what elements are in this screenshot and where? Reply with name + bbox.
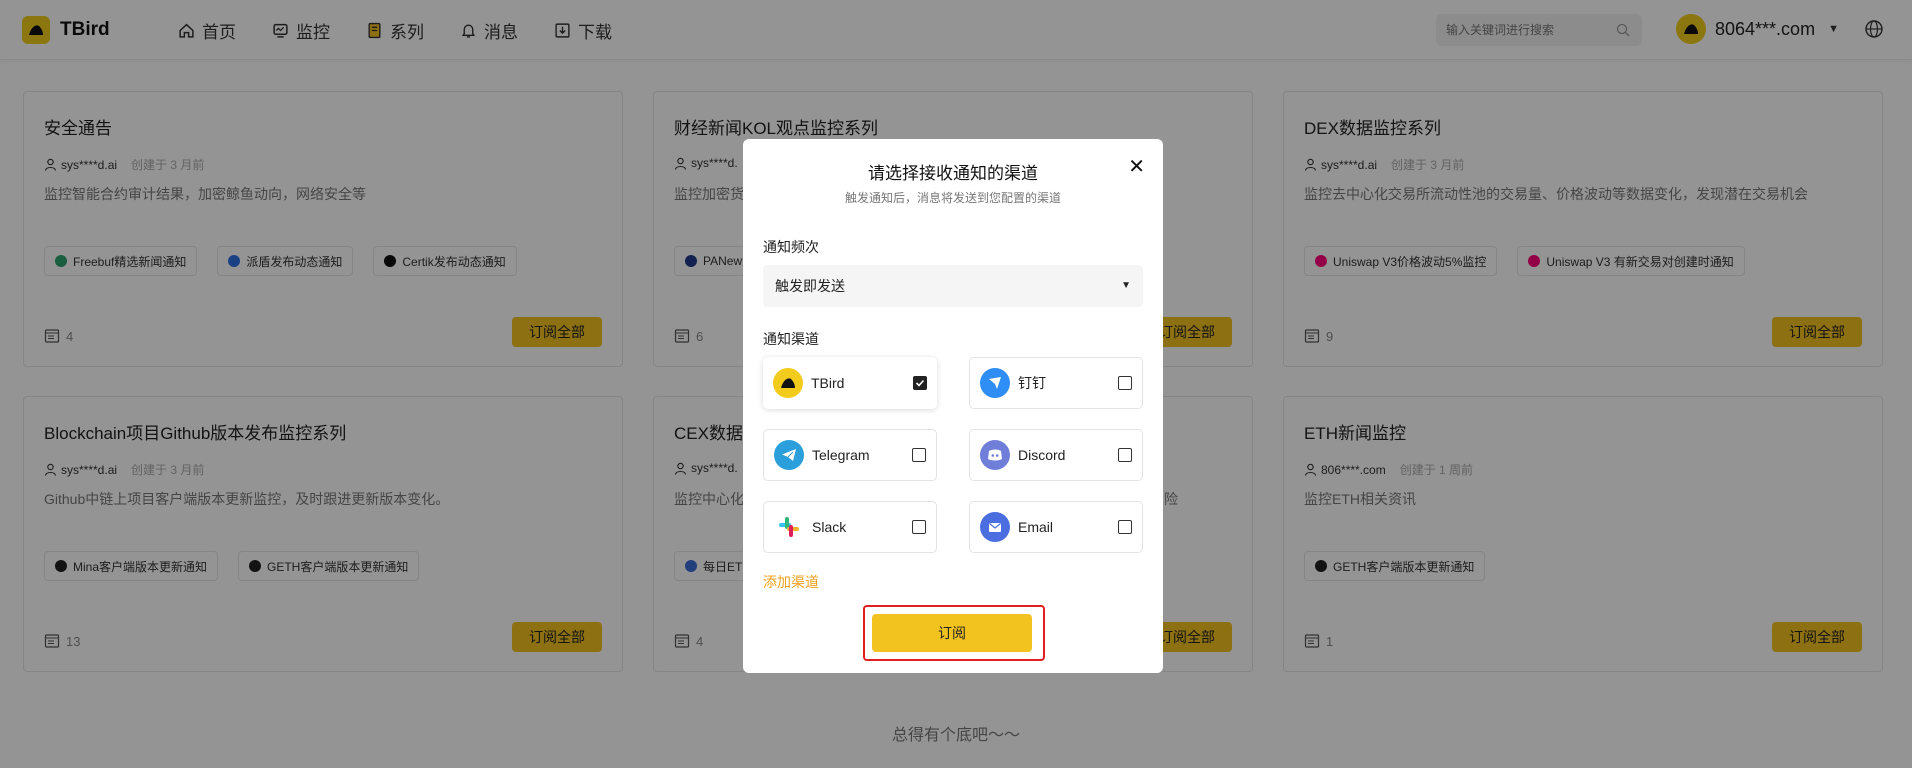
discord-icon: [980, 440, 1010, 470]
frequency-value: 触发即发送: [775, 278, 845, 294]
channel-option-tbird[interactable]: TBird: [763, 357, 937, 409]
tbird-icon: [773, 368, 803, 398]
frequency-select[interactable]: 触发即发送 ▼: [763, 265, 1143, 307]
channel-name: Telegram: [812, 447, 870, 463]
channel-name: Discord: [1018, 447, 1066, 463]
channel-checkbox[interactable]: [1118, 520, 1132, 534]
channel-checkbox[interactable]: [912, 520, 926, 534]
frequency-label: 通知频次: [763, 239, 819, 255]
channel-checkbox[interactable]: [913, 376, 927, 390]
channel-name: 钉钉: [1018, 375, 1046, 391]
add-channel-link[interactable]: 添加渠道: [763, 572, 819, 592]
channel-select-dialog: 请选择接收通知的渠道 触发通知后，消息将发送到您配置的渠道 ✕ 通知频次 触发即…: [743, 139, 1163, 673]
caret-down-icon: ▼: [1121, 280, 1131, 291]
dialog-title: 请选择接收通知的渠道: [868, 164, 1038, 183]
channel-label: 通知渠道: [763, 331, 819, 347]
subscribe-button[interactable]: 订阅: [872, 614, 1032, 652]
channel-checkbox[interactable]: [1118, 448, 1132, 462]
slack-icon: [774, 512, 804, 542]
channel-option-discord[interactable]: Discord: [969, 429, 1143, 481]
close-icon[interactable]: ✕: [1128, 157, 1145, 177]
channel-name: TBird: [811, 375, 845, 391]
dialog-subtitle: 触发通知后，消息将发送到您配置的渠道: [844, 191, 1061, 205]
email-icon: [980, 512, 1010, 542]
channel-name: Slack: [812, 519, 847, 535]
channel-option-dingtalk[interactable]: 钉钉: [969, 357, 1143, 409]
channel-checkbox[interactable]: [912, 448, 926, 462]
channel-name: Email: [1018, 519, 1054, 535]
channel-option-email[interactable]: Email: [969, 501, 1143, 553]
channel-option-slack[interactable]: Slack: [763, 501, 937, 553]
channel-checkbox[interactable]: [1118, 376, 1132, 390]
channel-option-telegram[interactable]: Telegram: [763, 429, 937, 481]
telegram-icon: [774, 440, 804, 470]
check-icon: [915, 379, 925, 387]
dingtalk-icon: [980, 368, 1010, 398]
